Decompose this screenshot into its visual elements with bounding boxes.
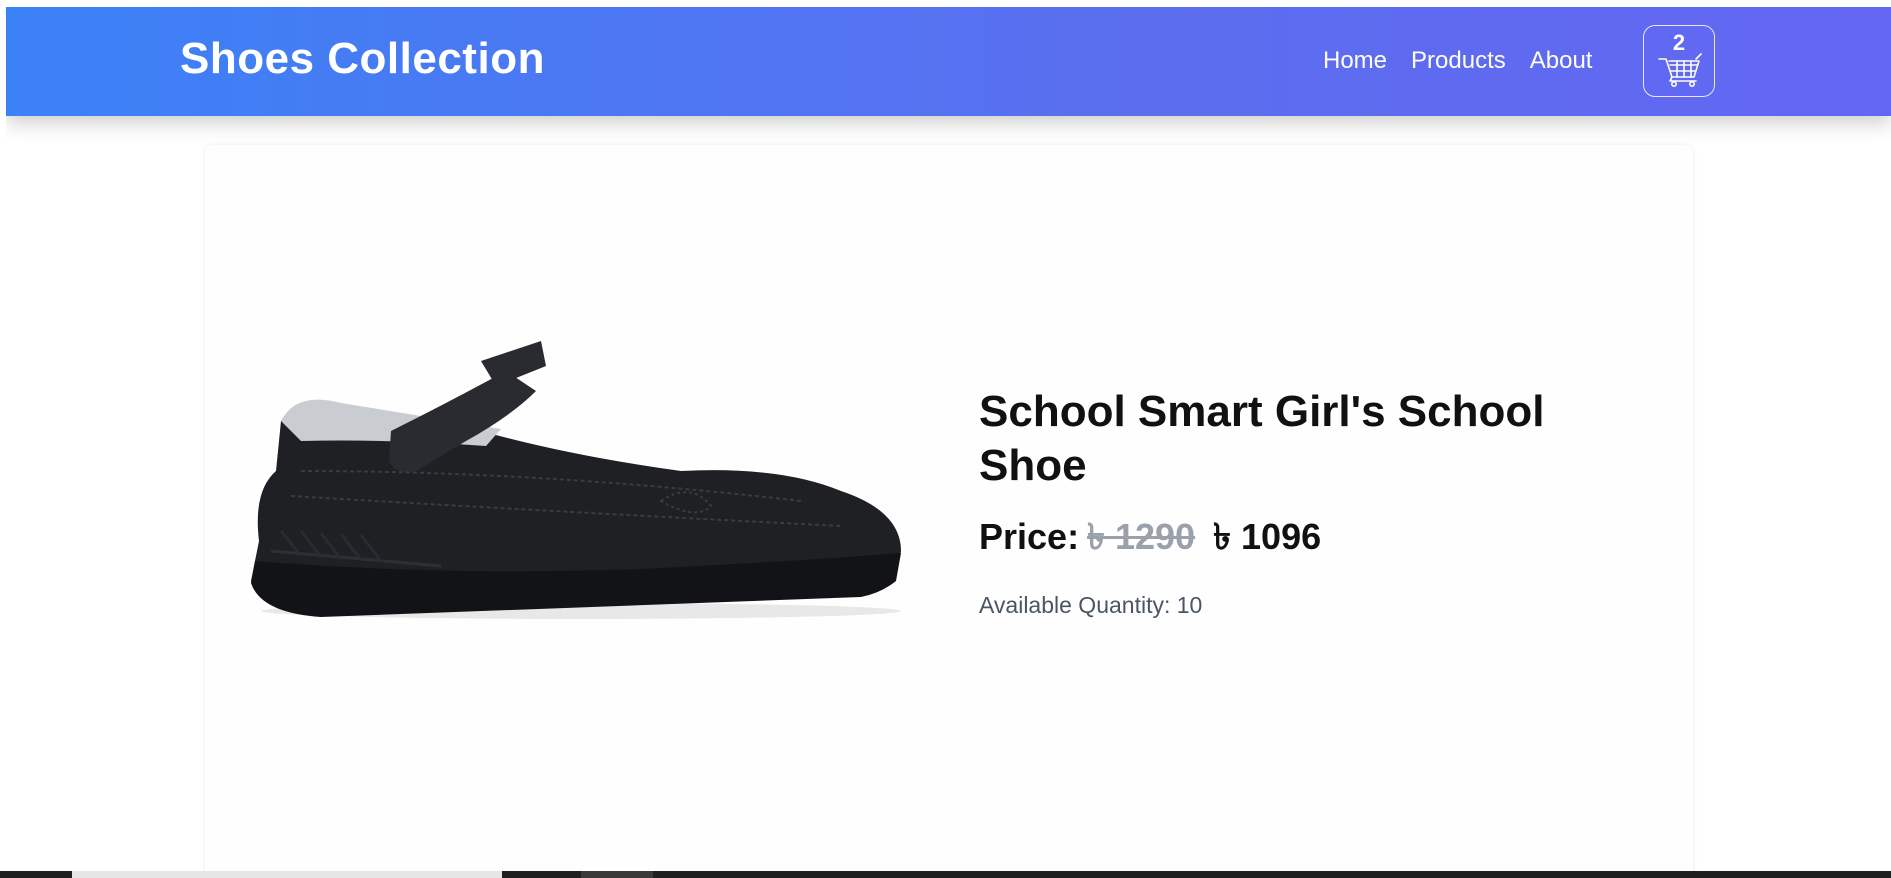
browser-viewport: Shoes Collection Home Products About 2 S… bbox=[6, 7, 1891, 871]
navbar: Shoes Collection Home Products About 2 bbox=[6, 7, 1891, 116]
taskbar-app-tab[interactable] bbox=[581, 871, 653, 878]
current-price: ৳ 1096 bbox=[1213, 516, 1322, 557]
brand-logo-text[interactable]: Shoes Collection bbox=[180, 33, 545, 86]
price-label: Price: bbox=[979, 516, 1080, 557]
nav-link-home[interactable]: Home bbox=[1323, 47, 1387, 76]
nav-link-products[interactable]: Products bbox=[1411, 47, 1506, 76]
shoe-image bbox=[251, 341, 901, 619]
product-card: School Smart Girl's School Shoe Price: ৳ … bbox=[205, 145, 1693, 871]
available-quantity: Available Quantity: 10 bbox=[979, 592, 1203, 618]
nav-links: Home Products About bbox=[1323, 47, 1592, 76]
taskbar-window-tab[interactable] bbox=[72, 871, 502, 878]
product-title: School Smart Girl's School Shoe bbox=[979, 387, 1545, 490]
cart-button[interactable]: 2 bbox=[1643, 25, 1715, 97]
old-price: ৳ 1290 bbox=[1087, 516, 1196, 557]
nav-link-about[interactable]: About bbox=[1530, 47, 1593, 76]
price-row: Price: ৳ 1290 ৳ 1096 bbox=[979, 510, 1321, 570]
cart-icon bbox=[1658, 53, 1702, 87]
